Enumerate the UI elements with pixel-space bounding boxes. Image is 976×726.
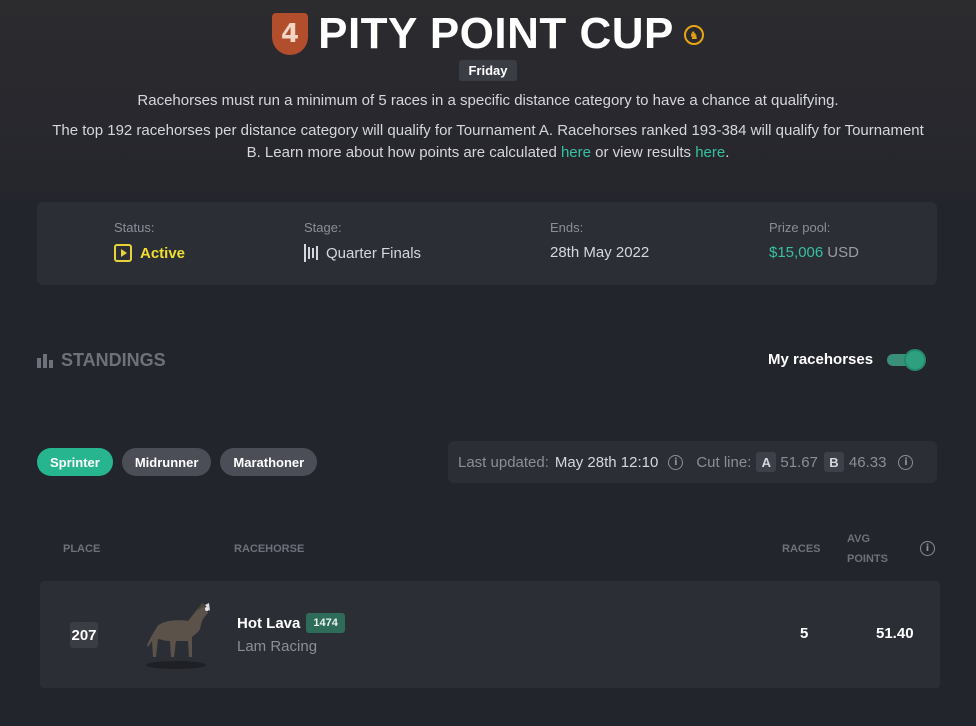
horse-name-text[interactable]: Hot Lava [237, 615, 300, 632]
header-racehorse: RACEHORSE [234, 543, 305, 555]
status-column: Status: Active [114, 220, 185, 262]
status-badge: Active [140, 244, 186, 262]
tournament-description-end: . [725, 144, 730, 161]
horse-coin-icon: ♞ [683, 25, 704, 45]
ends-value: 28th May 2022 [550, 244, 650, 261]
info-icon[interactable]: i [898, 454, 914, 470]
prize-value: $15,006 USD [769, 244, 859, 261]
stage-bars-icon [304, 244, 318, 262]
info-icon[interactable]: i [668, 454, 684, 470]
results-link[interactable]: here [695, 144, 725, 161]
info-icon[interactable]: i [920, 541, 935, 556]
header-races: RACES [782, 543, 821, 555]
my-racehorses-label: My racehorses [768, 351, 874, 368]
tab-midrunner[interactable]: Midrunner [121, 448, 212, 476]
status-value: Active [114, 244, 185, 262]
page-title: PITY POINT CUP [318, 9, 674, 58]
distance-category-tabs: Sprinter Midrunner Marathoner [37, 448, 318, 476]
tier-a-badge: A [756, 452, 777, 472]
qualifying-description: Racehorses must run a minimum of 5 races… [137, 92, 839, 109]
stage-label: Stage: [304, 220, 342, 235]
tournament-description-text: The top 192 racehorses per distance cate… [52, 122, 924, 161]
update-info-card: Last updated: May 28th 12:10 i Cut line:… [448, 441, 937, 483]
event-header: 4 PITY POINT CUP ♞ Friday Racehorses mus… [0, 8, 976, 164]
races-count: 5 [800, 625, 809, 642]
play-square-icon [114, 244, 132, 262]
rating-badge: 1474 [306, 613, 345, 633]
prize-label: Prize pool: [769, 220, 831, 235]
tab-marathoner[interactable]: Marathoner [220, 448, 318, 476]
standings-title: STANDINGS [61, 350, 166, 370]
ends-column: Ends: 28th May 2022 [550, 220, 649, 261]
last-updated-value: May 28th 12:10 [554, 453, 659, 471]
event-info-card: Status: Active Stage: Quarter Finals End… [37, 202, 937, 285]
title-row: 4 PITY POINT CUP ♞ [0, 8, 976, 60]
my-racehorses-filter: My racehorses [768, 348, 927, 371]
stage-text: Quarter Finals [326, 244, 422, 262]
table-row[interactable]: 207 Hot Lava 1474 Lam Racing 5 51.40 [40, 581, 940, 688]
horse-name: Hot Lava 1474 [237, 613, 345, 633]
tournament-description-mid: or view results [595, 144, 692, 161]
points-info-link[interactable]: here [561, 144, 591, 161]
day-tag: Friday [459, 60, 517, 81]
ends-label: Ends: [550, 220, 584, 235]
cut-line-a-value: 51.67 [780, 453, 818, 471]
tournament-description: The top 192 racehorses per distance cate… [48, 120, 928, 164]
bar-chart-icon [37, 353, 53, 368]
avg-points: 51.40 [876, 625, 914, 642]
header-avg-points: AVG POINTS [847, 529, 888, 569]
standings-heading: STANDINGS [37, 350, 166, 371]
prize-currency: USD [827, 244, 859, 261]
header-place: PLACE [63, 543, 101, 555]
four-badge-icon: 4 [272, 13, 309, 55]
prize-column: Prize pool: $15,006 USD [769, 220, 859, 261]
cut-line-label: Cut line: [696, 453, 752, 471]
stage-value: Quarter Finals [304, 244, 421, 262]
tab-sprinter[interactable]: Sprinter [37, 448, 113, 476]
stage-column: Stage: Quarter Finals [304, 220, 421, 262]
prize-amount: $15,006 [769, 244, 824, 261]
tier-b-badge: B [823, 452, 844, 472]
place-badge: 207 [70, 622, 98, 648]
horse-image [146, 603, 210, 669]
header-avg-line1: AVG [847, 533, 871, 545]
stable-name: Lam Racing [237, 638, 318, 655]
toggle-knob [904, 348, 927, 371]
my-racehorses-toggle[interactable] [887, 348, 927, 371]
status-label: Status: [114, 220, 155, 235]
header-avg-line2: POINTS [847, 553, 888, 565]
last-updated-label: Last updated: [458, 453, 549, 471]
cut-line-b-value: 46.33 [848, 453, 887, 471]
